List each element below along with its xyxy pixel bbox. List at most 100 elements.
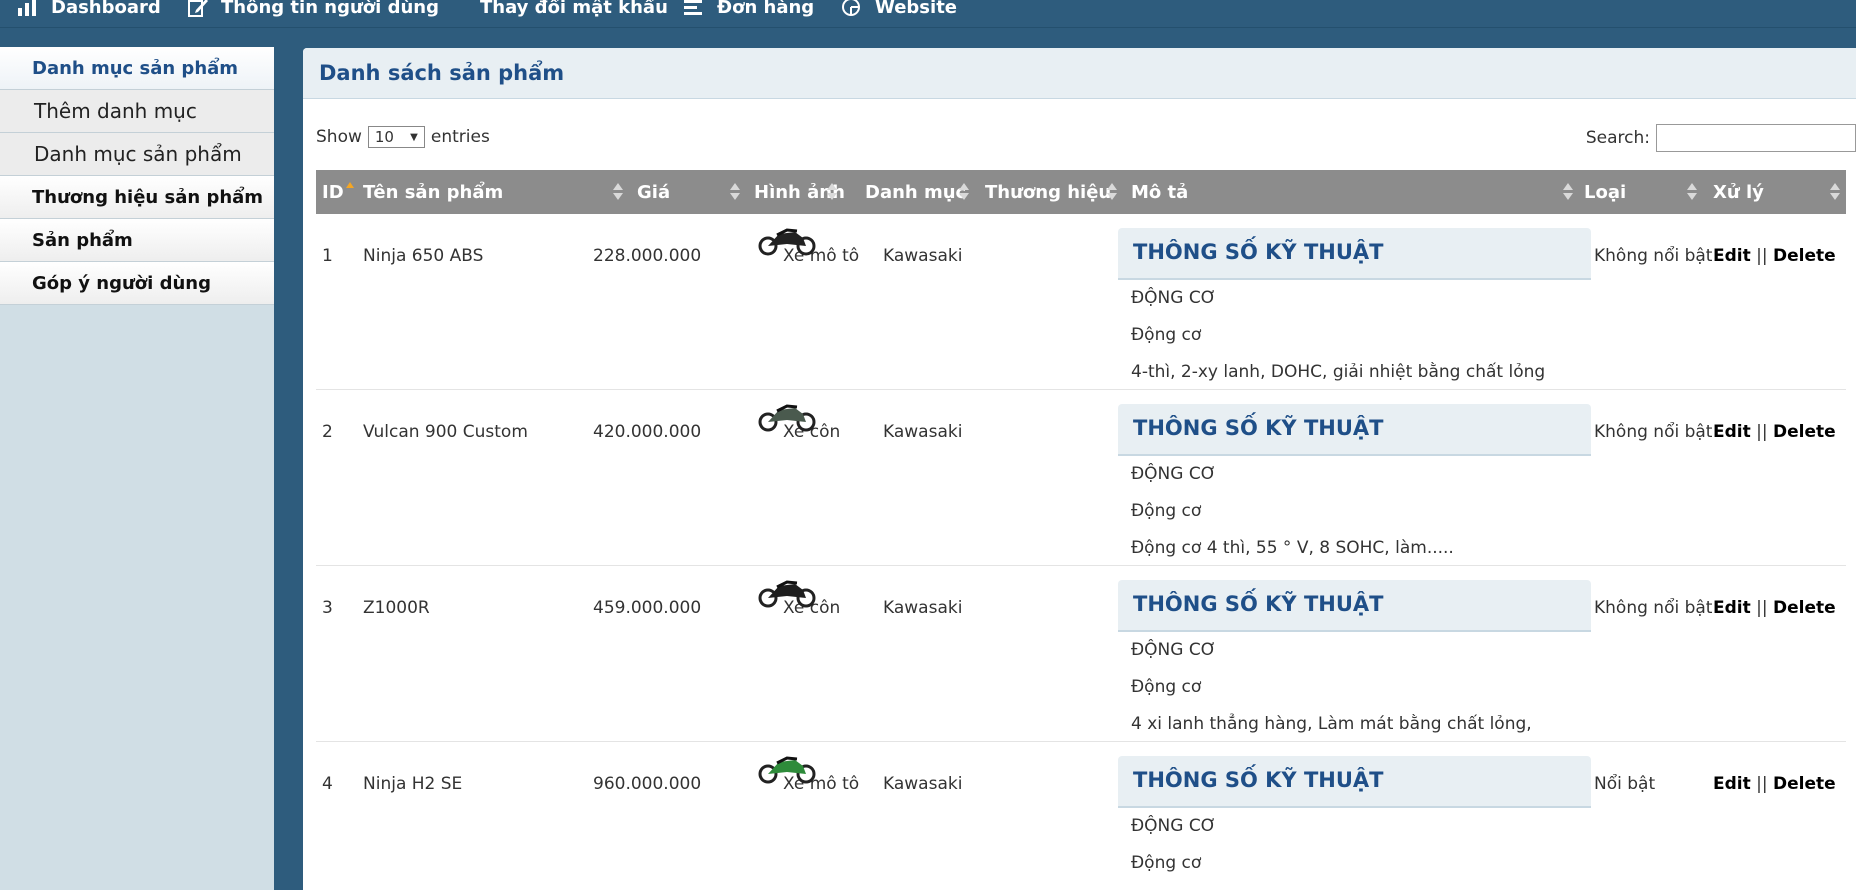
cell-price: 228.000.000 <box>593 246 702 266</box>
spec-title: THÔNG SỐ KỸ THUẬT <box>1133 768 1384 792</box>
motorcycle-thumbnail <box>758 404 816 432</box>
cell-id: 2 <box>322 422 333 442</box>
sort-icon <box>1107 183 1117 201</box>
spec-heading-box: THÔNG SỐ KỸ THUẬT <box>1118 404 1591 456</box>
column-header-type[interactable]: Loại <box>1584 170 1626 214</box>
spec-heading-box: THÔNG SỐ KỸ THUẬT <box>1118 580 1591 632</box>
sidebar-item-product-categories-header[interactable]: Danh mục sản phẩm <box>0 47 274 90</box>
delete-link[interactable]: Delete <box>1773 598 1836 618</box>
sidebar-item-label: Danh mục sản phẩm <box>34 142 242 166</box>
entries-select[interactable]: 10 ▼ <box>367 126 425 148</box>
cell-name: Z1000R <box>363 598 430 618</box>
nav-website[interactable]: Website <box>841 0 957 19</box>
table-row: 4 Ninja H2 SE 960.000.000 Xe mô tô Kawasaki N… <box>316 742 1846 890</box>
row-actions: Edit || Delete <box>1713 598 1836 618</box>
nav-website-label: Website <box>875 0 958 18</box>
column-header-name[interactable]: Tên sản phẩm <box>363 170 503 214</box>
search-control: Search: <box>1586 124 1856 152</box>
sidebar-item-products[interactable]: Sản phẩm <box>0 219 274 262</box>
table-row: 1 Ninja 650 ABS 228.000.000 Xe mô tô Kawasak… <box>316 214 1846 390</box>
column-header-label: Tên sản phẩm <box>363 181 504 203</box>
sort-icon <box>613 183 623 201</box>
entries-select-value: 10 <box>374 128 394 146</box>
table-row: 3 Z1000R 459.000.000 Xe côn Kawasaki Không nổ… <box>316 566 1846 742</box>
column-header-label: Mô tả <box>1131 181 1189 203</box>
desc-line-1: ĐỘNG CƠ <box>1131 288 1217 308</box>
nav-orders[interactable]: Đơn hàng <box>683 0 814 19</box>
list-icon <box>683 0 705 17</box>
sort-asc-icon <box>346 182 354 188</box>
row-actions: Edit || Delete <box>1713 774 1836 794</box>
edit-link[interactable]: Edit <box>1713 598 1751 618</box>
top-navbar: Dashboard Thông tin người dùng Thay đổi … <box>0 0 1856 28</box>
edit-link[interactable]: Edit <box>1713 246 1751 266</box>
search-label: Search: <box>1585 128 1650 148</box>
action-separator: || <box>1756 774 1768 794</box>
cell-brand: Kawasaki <box>883 598 963 618</box>
panel-header: Danh sách sản phẩm <box>303 48 1856 99</box>
motorcycle-thumbnail <box>758 228 816 256</box>
desc-line-3: 4 xi lanh thẳng hàng, Làm mát bằng chất … <box>1131 714 1532 734</box>
delete-link[interactable]: Delete <box>1773 774 1836 794</box>
column-header-label: Thương hiệu <box>985 181 1112 203</box>
desc-line-2: Động cơ <box>1131 677 1202 697</box>
sidebar-item-add-category[interactable]: Thêm danh mục <box>0 90 274 133</box>
action-separator: || <box>1756 246 1768 266</box>
cell-price: 960.000.000 <box>593 774 702 794</box>
edit-link[interactable]: Edit <box>1713 422 1751 442</box>
action-separator: || <box>1756 598 1768 618</box>
desc-line-1: ĐỘNG CƠ <box>1131 464 1217 484</box>
sidebar-item-category-list[interactable]: Danh mục sản phẩm <box>0 133 274 176</box>
cell-brand: Kawasaki <box>883 246 963 266</box>
sort-icon <box>959 183 969 201</box>
sidebar-item-label: Sản phẩm <box>32 229 133 251</box>
sidebar: Danh mục sản phẩm Thêm danh mục Danh mục… <box>0 47 274 890</box>
chevron-down-icon: ▼ <box>410 131 418 143</box>
column-header-description[interactable]: Mô tả <box>1131 170 1188 214</box>
desc-line-2: Động cơ <box>1131 325 1202 345</box>
show-label: Show <box>316 127 362 147</box>
column-header-actions[interactable]: Xử lý <box>1713 170 1764 214</box>
column-header-brand[interactable]: Thương hiệu <box>985 170 1111 214</box>
cell-brand: Kawasaki <box>883 774 963 794</box>
sidebar-item-brands[interactable]: Thương hiệu sản phẩm <box>0 176 274 219</box>
nav-orders-label: Đơn hàng <box>717 0 815 18</box>
sidebar-item-label: Góp ý người dùng <box>32 272 212 294</box>
search-input[interactable] <box>1656 124 1856 152</box>
cell-type: Không nổi bật <box>1594 598 1713 618</box>
bar-chart-icon <box>17 0 39 17</box>
motorcycle-thumbnail <box>758 580 816 608</box>
sort-icon <box>730 183 740 201</box>
sidebar-item-feedback[interactable]: Góp ý người dùng <box>0 262 274 305</box>
column-header-label: Giá <box>637 181 671 203</box>
sort-icon <box>1563 183 1573 201</box>
nav-dashboard[interactable]: Dashboard <box>17 0 161 19</box>
spec-heading-box: THÔNG SỐ KỸ THUẬT <box>1118 756 1591 808</box>
nav-change-password[interactable]: Thay đổi mật khẩu <box>480 0 668 19</box>
desc-line-2: Động cơ <box>1131 501 1202 521</box>
cell-price: 459.000.000 <box>593 598 702 618</box>
sort-icon <box>1687 183 1697 201</box>
cell-id: 1 <box>322 246 333 266</box>
edit-link[interactable]: Edit <box>1713 774 1751 794</box>
globe-icon <box>841 0 863 17</box>
nav-change-password-label: Thay đổi mật khẩu <box>480 0 668 18</box>
cell-type: Không nổi bật <box>1594 246 1713 266</box>
table-header: ID Tên sản phẩm Giá Hình ảnh Danh mục Th… <box>316 170 1846 214</box>
sidebar-item-label: Thương hiệu sản phẩm <box>32 186 264 208</box>
delete-link[interactable]: Delete <box>1773 246 1836 266</box>
column-header-price[interactable]: Giá <box>637 170 670 214</box>
row-actions: Edit || Delete <box>1713 246 1836 266</box>
column-header-id[interactable]: ID <box>322 170 354 214</box>
action-separator: || <box>1756 422 1768 442</box>
page-title: Danh sách sản phẩm <box>319 61 565 85</box>
delete-link[interactable]: Delete <box>1773 422 1836 442</box>
nav-user-info[interactable]: Thông tin người dùng <box>187 0 439 19</box>
cell-id: 4 <box>322 774 333 794</box>
cell-price: 420.000.000 <box>593 422 702 442</box>
table-row: 2 Vulcan 900 Custom 420.000.000 Xe côn Kawas… <box>316 390 1846 566</box>
column-header-label: Xử lý <box>1713 181 1764 203</box>
motorcycle-thumbnail <box>758 756 816 784</box>
column-header-category[interactable]: Danh mục <box>865 170 966 214</box>
sidebar-item-label: Thêm danh mục <box>34 99 197 123</box>
